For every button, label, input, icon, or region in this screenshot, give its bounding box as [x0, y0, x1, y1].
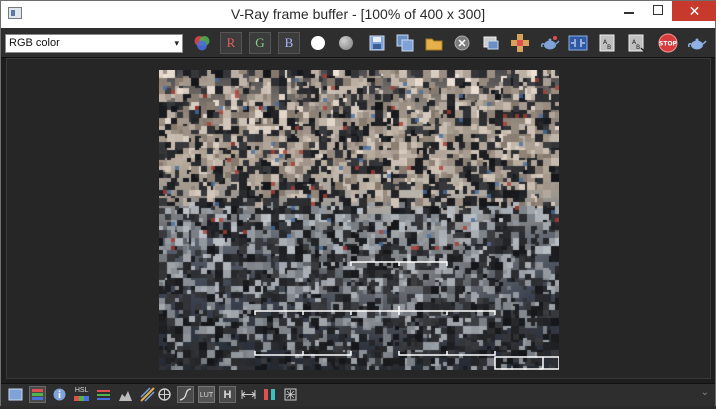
- info-icon[interactable]: [51, 386, 68, 403]
- green-channel-button[interactable]: G: [249, 32, 271, 54]
- render-teapot-icon[interactable]: [686, 32, 708, 54]
- compare-ab-icon[interactable]: AB: [625, 32, 647, 54]
- hsl-label: HSL: [74, 387, 89, 394]
- sharpen-icon[interactable]: [156, 386, 173, 403]
- hsl-icon[interactable]: HSL: [73, 386, 90, 403]
- svg-text:B: B: [636, 44, 640, 51]
- monochrome-icon[interactable]: [335, 32, 357, 54]
- stop-label: STOP: [659, 41, 678, 48]
- levels-icon[interactable]: [95, 386, 112, 403]
- track-mouse-icon[interactable]: [509, 32, 531, 54]
- render-last-icon[interactable]: [539, 32, 561, 54]
- copy-to-max-icon[interactable]: [480, 32, 502, 54]
- title-bar[interactable]: V-Ray frame buffer - [100% of 400 x 300]…: [1, 1, 716, 28]
- color-channels-icon[interactable]: [191, 32, 213, 54]
- blue-channel-button[interactable]: B: [278, 32, 300, 54]
- histogram-icon[interactable]: [117, 386, 134, 403]
- red-channel-button[interactable]: R: [220, 32, 242, 54]
- region-render-icon[interactable]: [567, 32, 589, 54]
- close-button[interactable]: ✕: [672, 1, 716, 21]
- lens-effects-icon[interactable]: [139, 386, 156, 403]
- alpha-channel-icon[interactable]: [307, 32, 329, 54]
- maximize-button[interactable]: [644, 1, 672, 21]
- minimize-button[interactable]: [615, 1, 643, 21]
- link-to-vfb-icon[interactable]: AB: [596, 32, 618, 54]
- color-corrections-icon[interactable]: [29, 386, 46, 403]
- history-icon[interactable]: [261, 386, 278, 403]
- svg-text:B: B: [607, 44, 611, 51]
- stamp-icon[interactable]: [282, 386, 299, 403]
- vfb-window: V-Ray frame buffer - [100% of 400 x 300]…: [0, 0, 716, 406]
- bottom-toolbar: HSL LUT H ⌄: [1, 383, 715, 406]
- stop-render-icon[interactable]: STOP: [657, 32, 679, 54]
- load-icon[interactable]: [423, 32, 445, 54]
- channel-select[interactable]: RGB color ▾: [5, 34, 183, 53]
- expand-icon[interactable]: ⌄: [701, 387, 709, 398]
- curve-icon[interactable]: [177, 386, 194, 403]
- chevron-down-icon: ▾: [174, 38, 179, 48]
- clear-icon[interactable]: [451, 32, 473, 54]
- display-correction-icon[interactable]: [7, 386, 24, 403]
- lut-icon[interactable]: LUT: [198, 386, 215, 403]
- top-toolbar: RGB color ▾ R G B A B A B STOP: [1, 28, 715, 58]
- save-icon[interactable]: [366, 32, 388, 54]
- compare-icon[interactable]: [240, 386, 257, 403]
- render-image[interactable]: [159, 70, 559, 370]
- h-icon[interactable]: H: [219, 386, 236, 403]
- render-buckets: [254, 261, 559, 370]
- window-title: V-Ray frame buffer - [100% of 400 x 300]: [230, 6, 486, 22]
- save-all-icon[interactable]: [394, 32, 416, 54]
- channel-select-value: RGB color: [9, 37, 60, 49]
